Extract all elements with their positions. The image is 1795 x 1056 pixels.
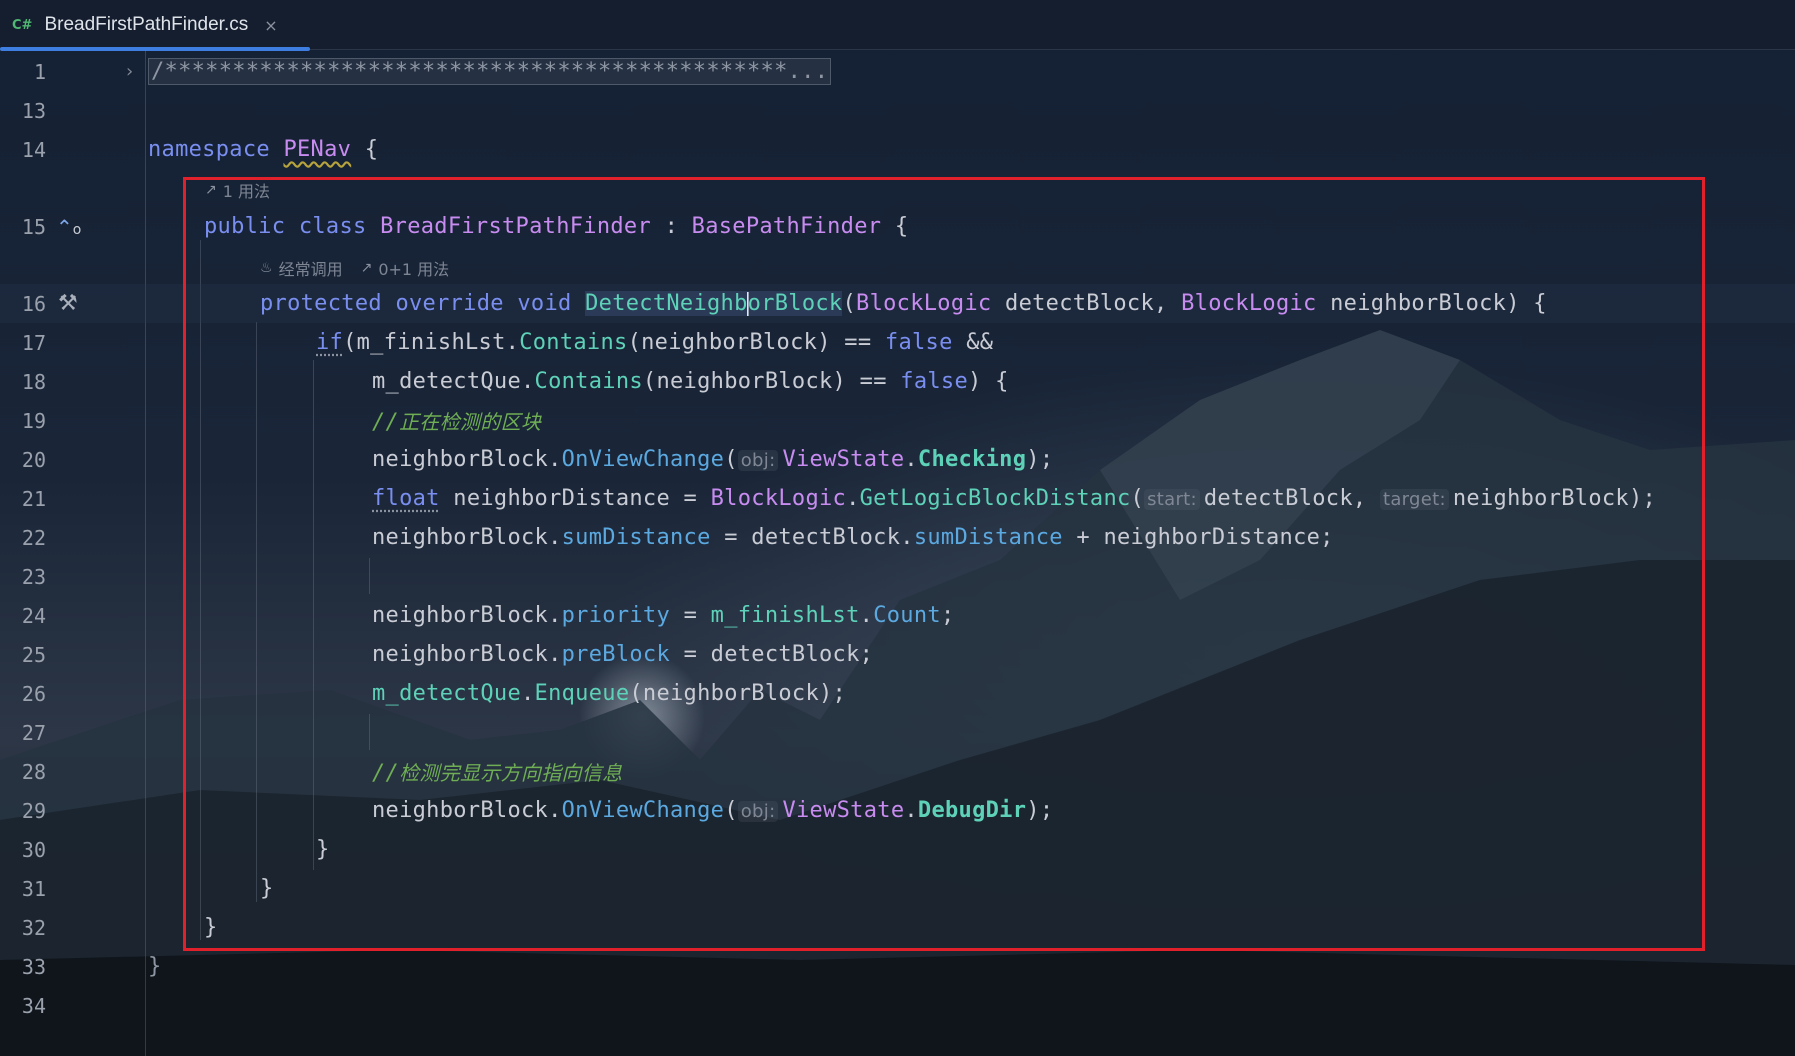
annotation-highlight-box <box>183 177 1705 951</box>
line-number: 32 <box>21 915 46 940</box>
hammer-icon[interactable]: ⚒ <box>58 291 78 316</box>
active-tab-indicator <box>0 47 310 51</box>
line-number: 1 <box>33 59 46 84</box>
line-number: 13 <box>21 98 46 123</box>
code-text[interactable]: namespace PENav { <box>148 137 378 162</box>
line-number: 28 <box>21 759 46 784</box>
line-number: 18 <box>21 369 46 394</box>
line-number: 31 <box>21 876 46 901</box>
line-number: 15 <box>21 214 46 239</box>
code-line-1: 1 › /***********************************… <box>0 52 1795 91</box>
close-icon[interactable]: × <box>264 16 277 35</box>
code-line-13: 13 <box>0 91 1795 130</box>
line-number: 33 <box>21 954 46 979</box>
line-number: 24 <box>21 603 46 628</box>
line-number: 17 <box>21 330 46 355</box>
line-number: 29 <box>21 798 46 823</box>
line-number: 22 <box>21 525 46 550</box>
line-number: 25 <box>21 642 46 667</box>
tab-breadfirstpathfinder[interactable]: C# BreadFirstPathFinder.cs × <box>0 0 310 51</box>
line-number: 21 <box>21 486 46 511</box>
line-number: 20 <box>21 447 46 472</box>
line-number: 26 <box>21 681 46 706</box>
code-line-34: 34 <box>0 986 1795 1025</box>
line-number: 23 <box>21 564 46 589</box>
code-text[interactable]: } <box>148 954 162 979</box>
csharp-file-icon: C# <box>12 17 33 33</box>
code-line-14: 14 namespace PENav { <box>0 130 1795 169</box>
code-line-33: 33 } <box>0 947 1795 986</box>
line-number: 34 <box>21 993 46 1018</box>
implements-icon[interactable]: ⌃o <box>56 215 81 239</box>
line-number: 16 <box>21 291 46 316</box>
tab-label: BreadFirstPathFinder.cs <box>44 14 249 35</box>
line-number: 19 <box>21 408 46 433</box>
code-text[interactable]: /***************************************… <box>148 58 832 85</box>
fold-arrow-icon[interactable]: › <box>126 61 133 82</box>
line-number: 27 <box>21 720 46 745</box>
line-number: 14 <box>21 137 46 162</box>
folded-comment-block[interactable]: /***************************************… <box>148 58 832 85</box>
line-number: 30 <box>21 837 46 862</box>
editor-tab-bar: C# BreadFirstPathFinder.cs × <box>0 0 1795 51</box>
